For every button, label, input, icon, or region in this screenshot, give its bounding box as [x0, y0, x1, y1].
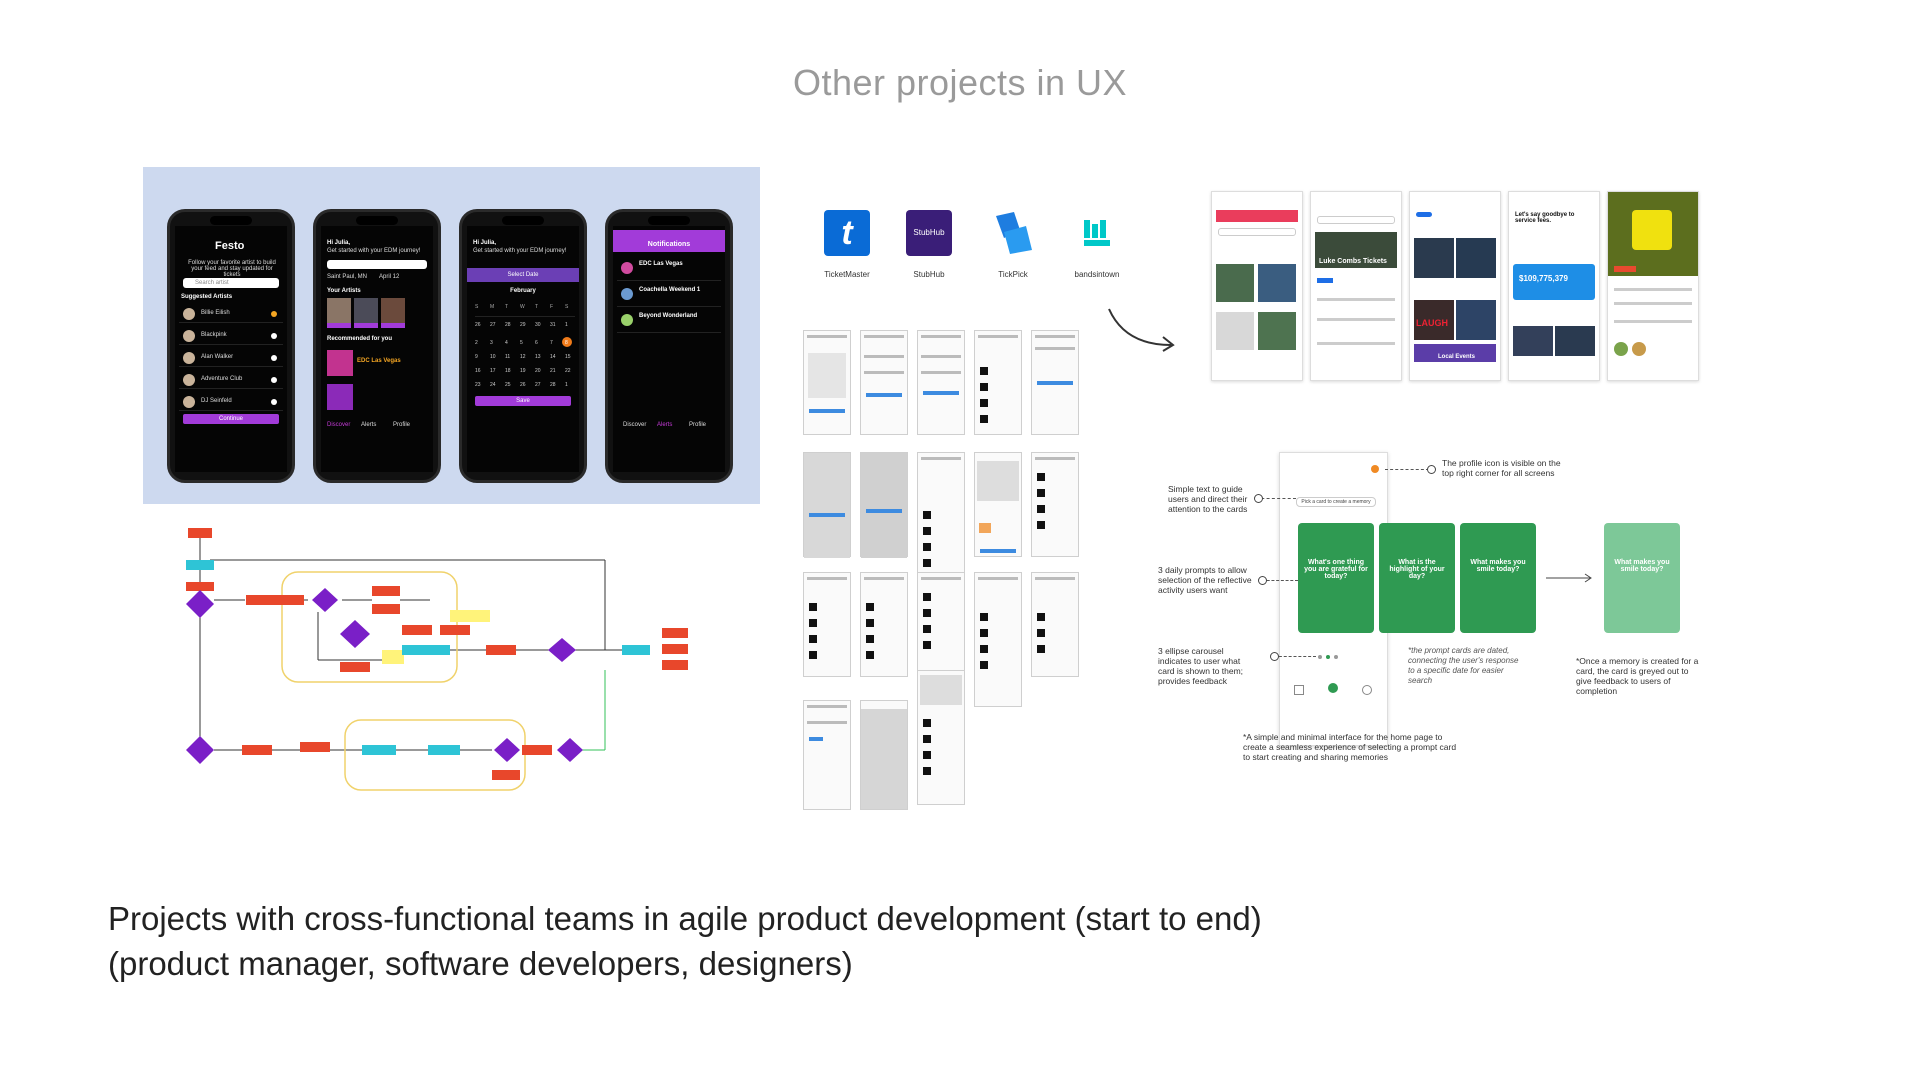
svg-text:S: S: [565, 304, 569, 310]
bandsintown-logo-icon: [1084, 220, 1110, 246]
svg-text:18: 18: [505, 368, 511, 374]
save-button[interactable]: Save: [475, 396, 571, 406]
page-caption: Projects with cross-functional teams in …: [108, 900, 1262, 982]
svg-text:28: 28: [505, 322, 511, 328]
svg-text:24: 24: [490, 382, 496, 388]
svg-text:29: 29: [520, 322, 526, 328]
svg-text:17: 17: [490, 368, 496, 374]
svg-text:6: 6: [535, 340, 538, 346]
event-search-input[interactable]: [327, 260, 427, 269]
svg-text:26: 26: [520, 382, 526, 388]
artist-row[interactable]: Billie Eilish: [179, 306, 283, 323]
svg-text:11: 11: [505, 354, 510, 360]
phone-notifications: Notifications EDC Las Vegas Coachella We…: [605, 209, 733, 483]
svg-text:23: 23: [475, 382, 481, 388]
svg-text:5: 5: [520, 340, 523, 346]
svg-text:9: 9: [475, 354, 478, 360]
artist-row[interactable]: DJ Seinfeld: [179, 394, 283, 411]
phone-artists: Festo Follow your favorite artist to bui…: [167, 209, 295, 483]
phone-discover: Hi Julia, Get started with your EDM jour…: [313, 209, 441, 483]
svg-text:21: 21: [550, 368, 556, 374]
tickpick-logo-icon: [996, 212, 1032, 254]
svg-text:7: 7: [550, 340, 553, 346]
notifications-header: Notifications: [613, 230, 725, 252]
svg-text:22: 22: [565, 368, 571, 374]
svg-text:15: 15: [565, 354, 571, 360]
calendar-grid[interactable]: SMTWTFS 26 27 28 29 30 31 1 2345678 9 10 11 12 13 1…: [473, 300, 579, 390]
svg-text:M: M: [490, 304, 494, 310]
stubhub-logo-icon: StubHub: [906, 210, 952, 256]
prompt-card-completed[interactable]: What makes you smile today?: [1604, 523, 1680, 633]
festo-logo: Festo: [215, 240, 245, 252]
curved-arrow-icon: [1108, 308, 1175, 352]
svg-text:30: 30: [535, 322, 541, 328]
continue-button[interactable]: Continue: [183, 414, 279, 424]
prompt-card[interactable]: What makes you smile today?: [1460, 523, 1536, 633]
svg-text:19: 19: [520, 368, 526, 374]
artist-search-input[interactable]: Search artist: [183, 278, 279, 288]
ticketmaster-logo-icon: t: [824, 210, 870, 256]
svg-text:T: T: [535, 304, 538, 310]
friends-nav-icon[interactable]: [1362, 685, 1372, 695]
profile-icon[interactable]: [1371, 465, 1379, 473]
svg-text:S: S: [475, 304, 479, 310]
home-nav-icon[interactable]: [1294, 685, 1304, 695]
artist-row[interactable]: Alan Walker: [179, 350, 283, 367]
festo-app-mockups: Festo Follow your favorite artist to bui…: [143, 167, 760, 504]
svg-text:14: 14: [550, 354, 556, 360]
svg-text:1: 1: [565, 322, 568, 328]
svg-text:T: T: [505, 304, 508, 310]
user-flow-diagram: [186, 528, 688, 791]
svg-text:27: 27: [535, 382, 541, 388]
select-date-header: Select Date: [467, 268, 579, 282]
phone-date-picker: Hi Julia, Get started with your EDM jour…: [459, 209, 587, 483]
svg-text:8: 8: [565, 340, 568, 346]
page-title: Other projects in UX: [792, 62, 1128, 103]
svg-text:F: F: [550, 304, 553, 310]
tree-nav-icon[interactable]: [1328, 683, 1338, 693]
svg-text:3: 3: [490, 340, 493, 346]
notification-item[interactable]: Coachella Weekend 1: [617, 284, 721, 307]
svg-text:27: 27: [490, 322, 496, 328]
svg-text:1: 1: [565, 382, 568, 388]
svg-text:12: 12: [520, 354, 526, 360]
artist-row[interactable]: Blackpink: [179, 328, 283, 345]
arrow-right-icon: [1546, 573, 1592, 583]
prompt-card[interactable]: What is the highlight of your day?: [1379, 523, 1455, 633]
prompt-card[interactable]: What's one thing you are grateful for to…: [1298, 523, 1374, 633]
svg-text:28: 28: [550, 382, 556, 388]
artist-row[interactable]: Adventure Club: [179, 372, 283, 389]
svg-text:10: 10: [490, 354, 496, 360]
svg-text:13: 13: [535, 354, 541, 360]
svg-text:25: 25: [505, 382, 511, 388]
svg-text:20: 20: [535, 368, 541, 374]
svg-text:26: 26: [475, 322, 481, 328]
notification-item[interactable]: EDC Las Vegas: [617, 258, 721, 281]
svg-text:4: 4: [505, 340, 508, 346]
svg-text:2: 2: [475, 340, 478, 346]
svg-text:31: 31: [550, 322, 556, 328]
svg-text:16: 16: [475, 368, 481, 374]
notification-item[interactable]: Beyond Wonderland: [617, 310, 721, 333]
svg-text:W: W: [520, 304, 525, 310]
